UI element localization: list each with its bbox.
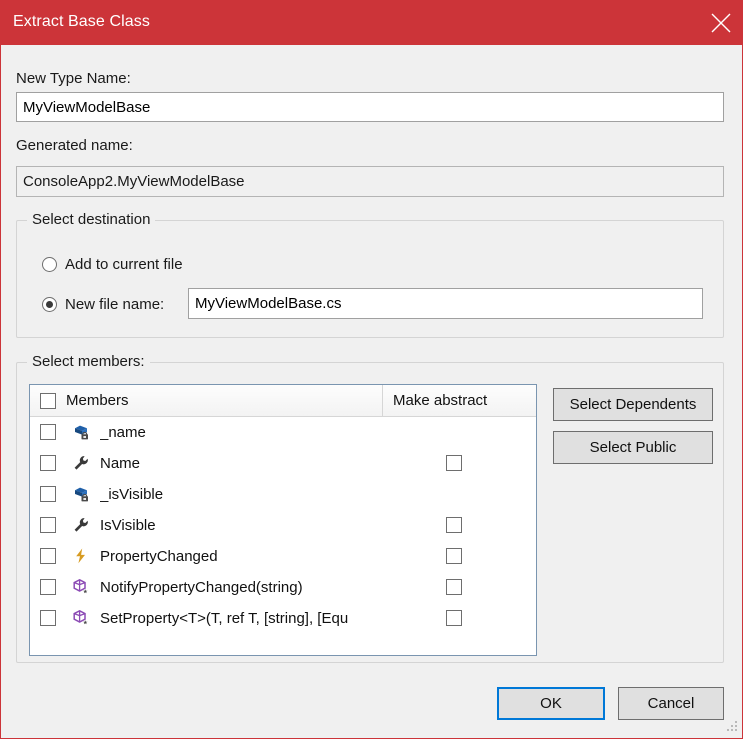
member-select-checkbox[interactable] (40, 548, 56, 564)
extract-base-class-dialog: Extract Base Class New Type Name: Genera… (0, 0, 743, 739)
member-select-checkbox[interactable] (40, 610, 56, 626)
new-file-name-input[interactable] (188, 288, 703, 319)
members-rows: _nameName_isVisibleIsVisiblePropertyChan… (30, 417, 536, 634)
radio-add-to-current-file-button[interactable] (42, 257, 57, 272)
radio-add-to-current-file-label: Add to current file (65, 256, 183, 273)
select-all-checkbox[interactable] (40, 393, 56, 409)
generated-name-label: Generated name: (16, 137, 133, 154)
window-title: Extract Base Class (13, 13, 150, 31)
members-list-header: Members Make abstract (30, 385, 536, 417)
close-icon[interactable] (698, 1, 743, 45)
member-select-checkbox[interactable] (40, 579, 56, 595)
radio-new-file-name-button[interactable] (42, 297, 57, 312)
make-abstract-checkbox[interactable] (446, 455, 462, 471)
field-icon (72, 485, 90, 503)
member-name-label: PropertyChanged (100, 541, 380, 572)
resize-grip[interactable] (723, 719, 739, 735)
member-row[interactable]: SetProperty<T>(T, ref T, [string], [Equ (30, 603, 536, 634)
radio-add-to-current-file[interactable]: Add to current file (42, 253, 183, 275)
make-abstract-checkbox[interactable] (446, 548, 462, 564)
member-row[interactable]: Name (30, 448, 536, 479)
member-row[interactable]: _isVisible (30, 479, 536, 510)
radio-new-file-name-label: New file name: (65, 296, 164, 313)
member-select-checkbox[interactable] (40, 455, 56, 471)
method-icon (72, 578, 90, 596)
select-members-title: Select members: (27, 353, 150, 370)
member-select-checkbox[interactable] (40, 517, 56, 533)
member-name-label: SetProperty<T>(T, ref T, [string], [Equ (100, 603, 380, 634)
members-list[interactable]: Members Make abstract _nameName_isVisibl… (29, 384, 537, 656)
event-icon (72, 547, 90, 565)
member-name-label: Name (100, 448, 380, 479)
close-glyph (711, 13, 731, 33)
make-abstract-checkbox[interactable] (446, 579, 462, 595)
select-destination-title: Select destination (27, 211, 155, 228)
member-row[interactable]: NotifyPropertyChanged(string) (30, 572, 536, 603)
member-row[interactable]: _name (30, 417, 536, 448)
cancel-button[interactable]: Cancel (618, 687, 724, 720)
members-column-label: Members (66, 392, 129, 409)
new-type-name-input[interactable] (16, 92, 724, 122)
ok-button[interactable]: OK (497, 687, 605, 720)
property-icon (72, 454, 90, 472)
radio-new-file-name[interactable]: New file name: (42, 293, 164, 315)
generated-name-value: ConsoleApp2.MyViewModelBase (16, 166, 724, 197)
member-name-label: _name (100, 417, 380, 448)
member-select-checkbox[interactable] (40, 486, 56, 502)
select-public-button[interactable]: Select Public (553, 431, 713, 464)
select-dependents-button[interactable]: Select Dependents (553, 388, 713, 421)
make-abstract-column-label: Make abstract (393, 392, 487, 409)
method-icon (72, 609, 90, 627)
property-icon (72, 516, 90, 534)
make-abstract-column-header: Make abstract (382, 385, 537, 416)
member-name-label: NotifyPropertyChanged(string) (100, 572, 380, 603)
member-name-label: IsVisible (100, 510, 380, 541)
member-select-checkbox[interactable] (40, 424, 56, 440)
member-row[interactable]: PropertyChanged (30, 541, 536, 572)
member-row[interactable]: IsVisible (30, 510, 536, 541)
members-column-header[interactable]: Members (30, 385, 382, 416)
make-abstract-checkbox[interactable] (446, 610, 462, 626)
member-name-label: _isVisible (100, 479, 380, 510)
title-bar: Extract Base Class (1, 1, 743, 45)
field-icon (72, 423, 90, 441)
new-type-name-label: New Type Name: (16, 70, 131, 87)
make-abstract-checkbox[interactable] (446, 517, 462, 533)
select-destination-group: Select destination Add to current file N… (16, 220, 724, 338)
